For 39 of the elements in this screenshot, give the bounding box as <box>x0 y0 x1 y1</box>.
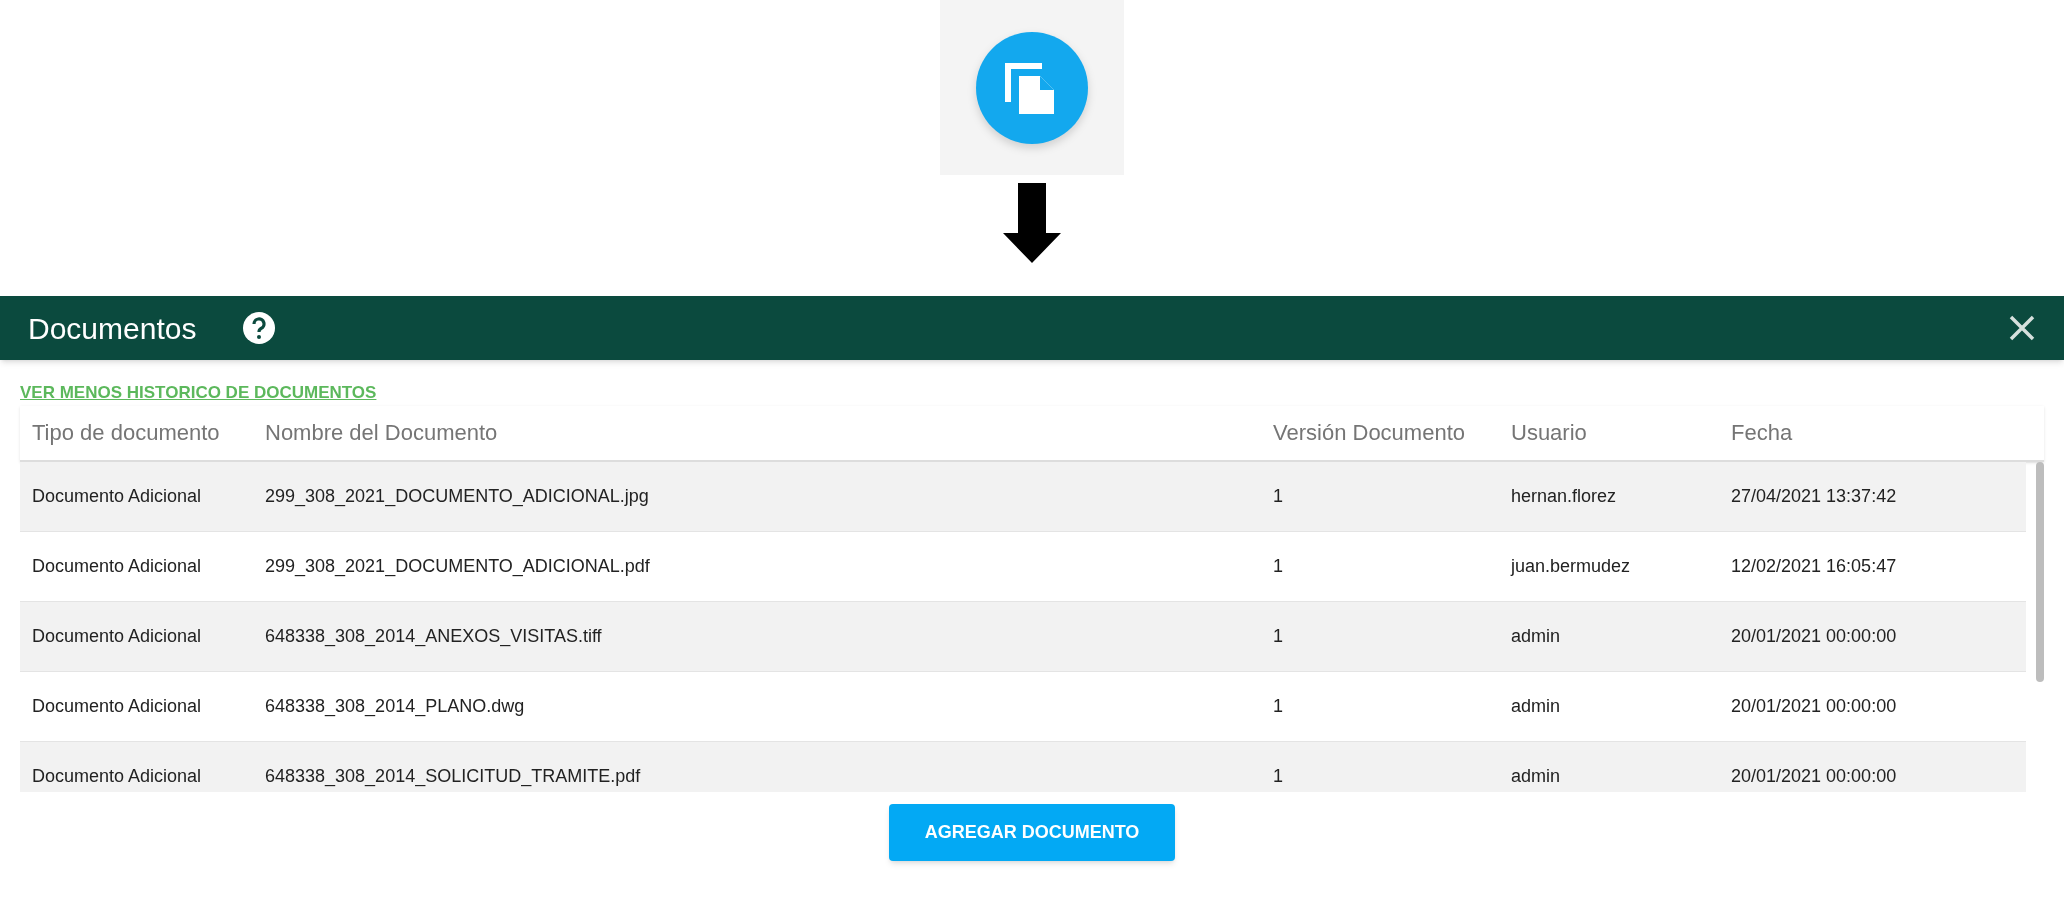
table-cell: Documento Adicional <box>32 765 202 786</box>
table-cell: 1 <box>1273 485 1283 506</box>
column-header: Tipo de documento <box>32 420 220 445</box>
column-header: Versión Documento <box>1273 420 1465 445</box>
table-cell: juan.bermudez <box>1511 555 1631 576</box>
table-cell: 299_308_2021_DOCUMENTO_ADICIONAL.jpg <box>265 485 649 506</box>
table-cell: Documento Adicional <box>32 625 202 646</box>
dialog-title: Documentos <box>28 310 197 347</box>
table-cell: admin <box>1511 765 1561 786</box>
table-cell: admin <box>1511 625 1561 646</box>
table-cell: 20/01/2021 00:00:00 <box>1731 625 1897 646</box>
table-cell: Documento Adicional <box>32 695 202 716</box>
table-cell: 648338_308_2014_ANEXOS_VISITAS.tiff <box>265 625 602 646</box>
column-header: Fecha <box>1731 420 1793 445</box>
table-row[interactable]: Documento Adicional 299_308_2021_DOCUMENTO_ADICIONAL.jpg 1 hernan.florez 27/04/2021 13:37:42 <box>20 461 2026 532</box>
table-cell: 1 <box>1273 765 1283 786</box>
scrollbar[interactable] <box>2036 461 2044 682</box>
table-cell: 1 <box>1273 625 1283 646</box>
down-arrow-icon <box>1003 183 1061 263</box>
column-header: Usuario <box>1511 420 1587 445</box>
table-cell: 20/01/2021 00:00:00 <box>1731 765 1897 786</box>
documents-icon <box>974 29 1090 146</box>
table-cell: 1 <box>1273 555 1283 576</box>
table-cell: Documento Adicional <box>32 555 202 576</box>
table-cell: 27/04/2021 13:37:42 <box>1731 485 1897 506</box>
table-cell: hernan.florez <box>1511 485 1617 506</box>
table-cell: 299_308_2021_DOCUMENTO_ADICIONAL.pdf <box>265 555 650 576</box>
table-cell: 20/01/2021 00:00:00 <box>1731 695 1897 716</box>
table-cell: Documento Adicional <box>32 485 202 506</box>
table-row[interactable]: Documento Adicional 648338_308_2014_SOLICITUD_TRAMITE.pdf 1 admin 20/01/2021 00:00:00 <box>20 741 2026 792</box>
column-header: Nombre del Documento <box>265 420 498 445</box>
table-cell: 648338_308_2014_SOLICITUD_TRAMITE.pdf <box>265 765 641 786</box>
table-row[interactable]: Documento Adicional 648338_308_2014_ANEXOS_VISITAS.tiff 1 admin 20/01/2021 00:00:00 <box>20 601 2026 672</box>
table-cell: 648338_308_2014_PLANO.dwg <box>265 695 525 716</box>
table-cell: admin <box>1511 695 1561 716</box>
table-cell: 12/02/2021 16:05:47 <box>1731 555 1897 576</box>
table-cell: 1 <box>1273 695 1283 716</box>
close-icon[interactable] <box>2008 314 2036 342</box>
help-icon[interactable] <box>242 311 277 345</box>
